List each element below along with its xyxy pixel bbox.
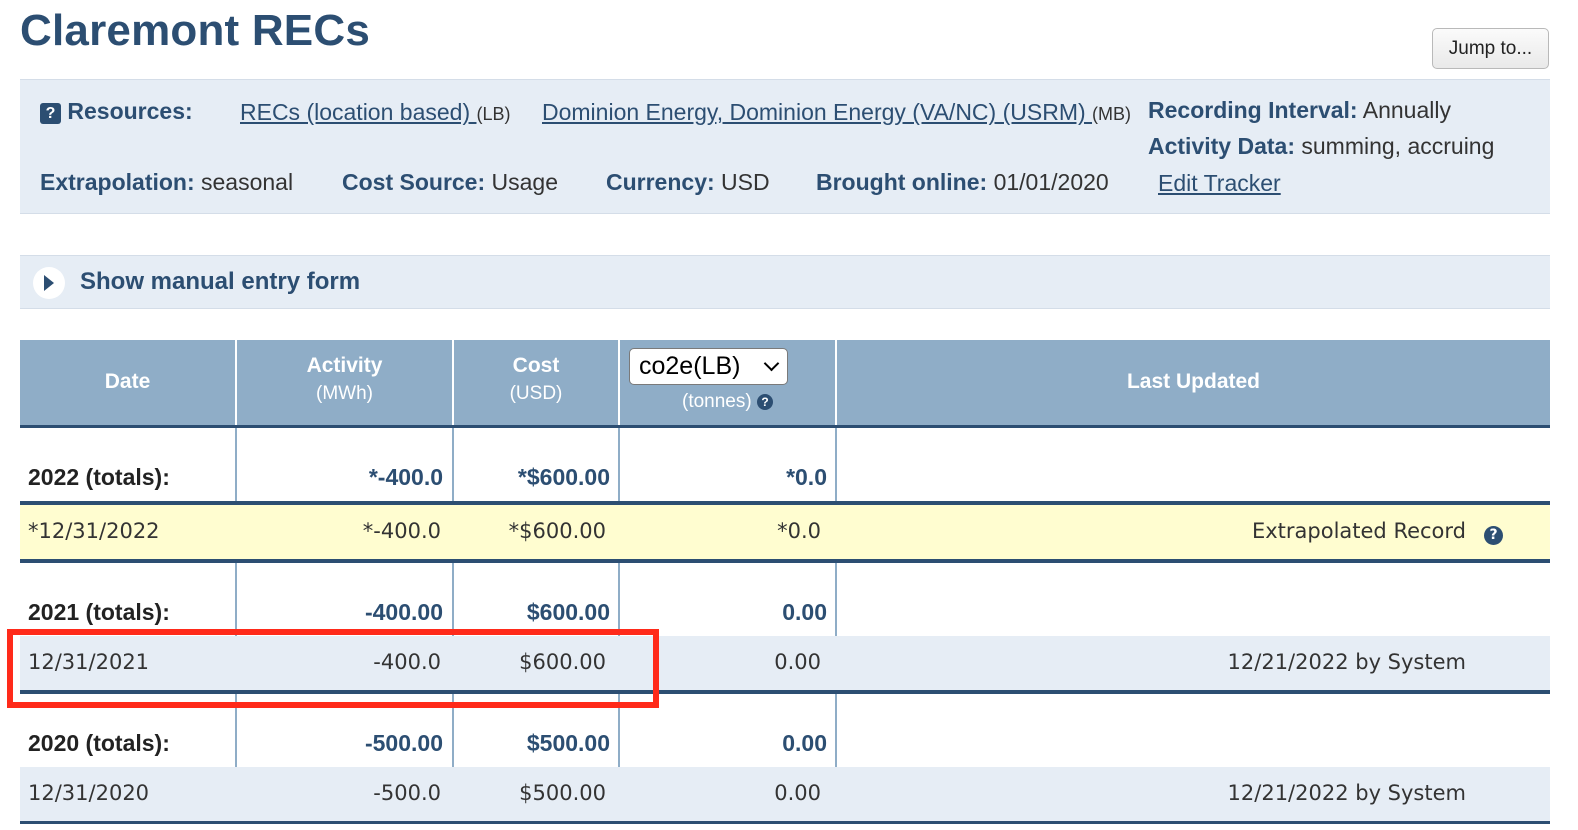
- totals-cost: *$600.00: [517, 464, 610, 490]
- record-activity: *-400.0: [362, 519, 441, 543]
- extrapolation-value: seasonal: [201, 169, 294, 195]
- edit-tracker-text[interactable]: Edit Tracker: [1158, 170, 1281, 196]
- page-title: Claremont RECs: [20, 6, 370, 55]
- totals-label: 2021 (totals):: [28, 599, 170, 625]
- header-activity[interactable]: Activity (MWh): [237, 340, 452, 425]
- resource-link-mb[interactable]: Dominion Energy, Dominion Energy (VA/NC)…: [542, 99, 1092, 125]
- activity-data: Activity Data: summing, accruing: [1148, 133, 1494, 160]
- activity-data-label: Activity Data:: [1148, 133, 1295, 159]
- record-last-updated: 12/21/2022 by System: [1227, 650, 1466, 674]
- currency: Currency: USD: [606, 169, 770, 196]
- record-last-updated: 12/21/2022 by System: [1227, 781, 1466, 805]
- totals-emission: 0.00: [782, 730, 827, 756]
- resource-link-lb[interactable]: RECs (location based): [240, 99, 477, 125]
- activity-data-value: summing, accruing: [1301, 133, 1495, 159]
- totals-activity: -400.00: [364, 599, 443, 625]
- totals-activity: -500.00: [364, 730, 443, 756]
- cost-source-value: Usage: [491, 169, 559, 195]
- header-activity-unit: (MWh): [316, 383, 373, 404]
- recording-interval-value: Annually: [1362, 97, 1451, 123]
- help-icon[interactable]: ?: [40, 103, 61, 124]
- header-cost-unit: (USD): [509, 383, 563, 404]
- totals-cost: $500.00: [526, 730, 610, 756]
- header-emission: co2e(LB) (tonnes) ?: [620, 340, 835, 425]
- header-last-updated[interactable]: Last Updated: [837, 340, 1550, 425]
- totals-emission: 0.00: [782, 599, 827, 625]
- resource-market-based[interactable]: Dominion Energy, Dominion Energy (VA/NC)…: [542, 99, 1131, 126]
- brought-online-label: Brought online:: [816, 169, 988, 195]
- resources-row: ? Resources:: [40, 98, 193, 125]
- table-row[interactable]: *12/31/2022 *-400.0 *$600.00 *0.0 Extrap…: [20, 505, 1550, 559]
- resources-label: Resources:: [67, 98, 193, 124]
- totals-row: 2021 (totals): -400.00 $600.00 0.00: [20, 563, 1550, 636]
- record-cost: $500.00: [519, 781, 606, 805]
- header-emission-unit: (tonnes): [682, 391, 752, 412]
- header-date-label: Date: [104, 370, 151, 393]
- record-emission: 0.00: [774, 650, 821, 674]
- record-cost: *$600.00: [508, 519, 606, 543]
- help-icon[interactable]: ?: [756, 394, 773, 410]
- table-header: Date Activity (MWh) Cost (USD) co2e(LB) …: [20, 340, 1550, 428]
- totals-label: 2022 (totals):: [28, 464, 170, 490]
- table-row[interactable]: 12/31/2020 -500.0 $500.00 0.00 12/21/202…: [20, 767, 1550, 821]
- cost-source: Cost Source: Usage: [342, 169, 558, 196]
- record-cost: $600.00: [519, 650, 606, 674]
- recording-interval: Recording Interval: Annually: [1148, 97, 1451, 124]
- record-date[interactable]: *12/31/2022: [28, 519, 160, 543]
- recording-interval-label: Recording Interval:: [1148, 97, 1358, 123]
- brought-online: Brought online: 01/01/2020: [816, 169, 1109, 196]
- expand-arrow-icon[interactable]: [33, 267, 65, 299]
- group-separator: [20, 821, 1550, 824]
- header-date[interactable]: Date: [20, 340, 235, 425]
- resource-location-based[interactable]: RECs (location based) (LB): [240, 99, 511, 126]
- record-emission: 0.00: [774, 781, 821, 805]
- manual-entry-label: Show manual entry form: [80, 268, 361, 295]
- header-last-updated-label: Last Updated: [1126, 370, 1260, 393]
- header-emission-unit-row: (tonnes) ?: [620, 391, 835, 413]
- emission-select-value: co2e(LB): [639, 352, 741, 380]
- record-activity: -500.0: [373, 781, 441, 805]
- jump-to-button[interactable]: Jump to...: [1432, 28, 1549, 69]
- edit-tracker-link[interactable]: Edit Tracker: [1158, 170, 1281, 197]
- header-cost[interactable]: Cost (USD): [454, 340, 618, 425]
- chevron-down-icon: [763, 355, 780, 372]
- cost-source-label: Cost Source:: [342, 169, 486, 195]
- totals-label: 2020 (totals):: [28, 730, 170, 756]
- page: Claremont RECs Jump to... ? Resources: R…: [0, 0, 1578, 830]
- totals-row: 2020 (totals): -500.00 $500.00 0.00: [20, 694, 1550, 767]
- extrapolation: Extrapolation: seasonal: [40, 169, 293, 196]
- help-icon[interactable]: ?: [1484, 521, 1503, 545]
- extrapolation-label: Extrapolation:: [40, 169, 195, 195]
- record-last-updated: Extrapolated Record: [1251, 519, 1466, 543]
- header-cost-label: Cost: [512, 354, 560, 377]
- header-activity-label: Activity: [306, 354, 383, 377]
- tracker-info-panel: ? Resources: RECs (location based) (LB) …: [20, 79, 1550, 214]
- table-row[interactable]: 12/31/2021 -400.0 $600.00 0.00 12/21/202…: [20, 636, 1550, 690]
- record-emission: *0.0: [777, 519, 821, 543]
- resource-tag-lb: (LB): [476, 104, 511, 124]
- currency-value: USD: [721, 169, 770, 195]
- totals-row: 2022 (totals): *-400.0 *$600.00 *0.0: [20, 428, 1550, 501]
- record-date[interactable]: 12/31/2020: [28, 781, 149, 805]
- currency-label: Currency:: [606, 169, 715, 195]
- table-body: 2022 (totals): *-400.0 *$600.00 *0.0 *12…: [20, 428, 1550, 830]
- totals-cost: $600.00: [526, 599, 610, 625]
- record-activity: -400.0: [373, 650, 441, 674]
- brought-online-value: 01/01/2020: [993, 169, 1109, 195]
- emission-type-select[interactable]: co2e(LB): [629, 348, 788, 385]
- totals-activity: *-400.0: [368, 464, 443, 490]
- manual-entry-toggle[interactable]: Show manual entry form: [20, 255, 1550, 309]
- record-date[interactable]: 12/31/2021: [28, 650, 149, 674]
- totals-emission: *0.0: [786, 464, 827, 490]
- resource-tag-mb: (MB): [1092, 104, 1132, 124]
